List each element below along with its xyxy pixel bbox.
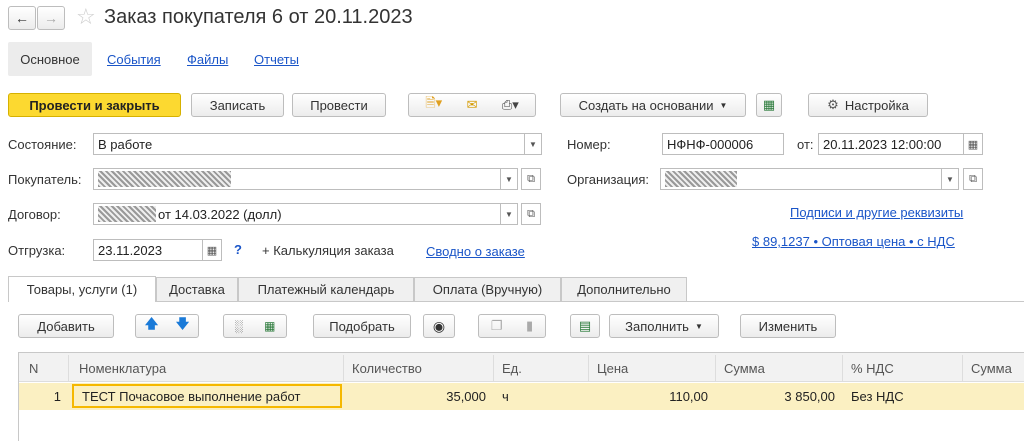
contract-label: Договор: xyxy=(8,207,61,222)
contract-dropdown-icon[interactable]: ▼ xyxy=(500,203,518,225)
fill-table-icon[interactable]: ▤ xyxy=(570,314,600,338)
scan-group: ░ ▦ xyxy=(223,314,287,338)
cell-sum[interactable]: 3 850,00 xyxy=(716,383,843,409)
add-button[interactable]: Добавить xyxy=(18,314,114,338)
contract-field[interactable]: от 14.03.2022 (долл) xyxy=(93,203,501,225)
post-and-close-button[interactable]: Провести и закрыть xyxy=(8,93,181,117)
mail-icon[interactable]: ✉ xyxy=(467,97,478,113)
org-label: Организация: xyxy=(567,172,650,187)
col-vat-sum[interactable]: Сумма xyxy=(963,355,1024,381)
cell-vat-sum[interactable] xyxy=(963,383,1024,409)
col-n[interactable]: N xyxy=(19,355,69,381)
signatures-link[interactable]: Подписи и другие реквизиты xyxy=(790,205,963,220)
settings-button[interactable]: ⚙ Настройка xyxy=(808,93,928,117)
arrow-down-icon[interactable]: 🡇 xyxy=(176,315,189,337)
tabs-baseline xyxy=(8,301,1024,302)
col-vat[interactable]: % НДС xyxy=(843,355,963,381)
nav-tab-events[interactable]: События xyxy=(107,52,161,67)
copy-group: ❐ ▮ xyxy=(478,314,546,338)
arrow-up-icon[interactable]: 🡅 xyxy=(145,315,158,337)
structure-icon[interactable]: ▦ xyxy=(756,93,782,117)
buyer-dropdown-icon[interactable]: ▼ xyxy=(500,168,518,190)
cell-vat[interactable]: Без НДС xyxy=(843,383,963,409)
tab-goods[interactable]: Товары, услуги (1) xyxy=(8,276,156,302)
tab-payment-calendar[interactable]: Платежный календарь xyxy=(238,277,414,301)
move-group: 🡅 🡇 xyxy=(135,314,199,338)
state-field[interactable]: В работе xyxy=(93,133,525,155)
pick-button[interactable]: Подобрать xyxy=(313,314,411,338)
redacted-org xyxy=(665,171,737,187)
action-group: 🗎▾ ✉ ⎙▾ xyxy=(408,93,536,117)
tab-payment-manual[interactable]: Оплата (Вручную) xyxy=(414,277,561,301)
cell-nomenclature[interactable]: ТЕСТ Почасовое выполнение работ xyxy=(72,384,342,408)
cell-n: 1 xyxy=(53,388,61,404)
save-button[interactable]: Записать xyxy=(191,93,284,117)
state-label: Состояние: xyxy=(8,137,77,152)
tab-additional[interactable]: Дополнительно xyxy=(561,277,687,301)
contract-open-icon[interactable]: ⧉ xyxy=(521,203,541,225)
state-dropdown-icon[interactable]: ▼ xyxy=(524,133,542,155)
org-field[interactable] xyxy=(660,168,942,190)
chevron-down-icon: ▼ xyxy=(719,100,728,110)
calculation-button[interactable]: + Калькуляция заказа xyxy=(262,243,394,258)
number-label: Номер: xyxy=(567,137,611,152)
change-button[interactable]: Изменить xyxy=(740,314,836,338)
favorite-star-icon[interactable]: ☆ xyxy=(76,4,96,30)
forward-button[interactable]: → xyxy=(37,6,65,30)
nav-tab-files[interactable]: Файлы xyxy=(187,52,228,67)
back-button[interactable]: ← xyxy=(8,6,36,30)
eye-icon[interactable]: ◉ xyxy=(423,314,455,338)
nav-tab-reports[interactable]: Отчеты xyxy=(254,52,299,67)
contract-value: от 14.03.2022 (долл) xyxy=(158,206,282,222)
paste-icon[interactable]: ▮ xyxy=(526,318,533,334)
fill-button[interactable]: Заполнить ▼ xyxy=(609,314,719,338)
shipment-label: Отгрузка: xyxy=(8,243,66,258)
col-quantity[interactable]: Количество xyxy=(344,355,494,381)
number-field[interactable]: НФНФ-000006 xyxy=(662,133,784,155)
col-unit[interactable]: Ед. xyxy=(494,355,589,381)
calendar-icon[interactable]: ▦ xyxy=(963,133,983,155)
date-field[interactable]: 20.11.2023 12:00:00 xyxy=(818,133,964,155)
fill-label: Заполнить xyxy=(625,318,689,334)
post-button[interactable]: Провести xyxy=(292,93,386,117)
shipment-calendar-icon[interactable]: ▦ xyxy=(202,239,222,261)
org-dropdown-icon[interactable]: ▼ xyxy=(941,168,959,190)
redacted-buyer xyxy=(98,171,231,187)
col-nomenclature[interactable]: Номенклатура xyxy=(69,355,344,381)
page-title: Заказ покупателя 6 от 20.11.2023 xyxy=(104,6,413,28)
nav-tab-main[interactable]: Основное xyxy=(8,42,92,76)
cell-price[interactable]: 110,00 xyxy=(589,383,716,409)
document-icon[interactable]: 🗎▾ xyxy=(425,94,442,116)
chevron-down-icon: ▼ xyxy=(694,321,703,331)
col-price[interactable]: Цена xyxy=(589,355,716,381)
summary-link[interactable]: Сводно о заказе xyxy=(426,244,525,259)
create-based-label: Создать на основании xyxy=(578,97,714,113)
print-icon[interactable]: ⎙▾ xyxy=(502,97,519,113)
copy-icon[interactable]: ❐ xyxy=(491,318,503,334)
barcode-icon[interactable]: ░ xyxy=(235,319,244,333)
price-type-link[interactable]: $ 89,1237 • Оптовая цена • с НДС xyxy=(752,234,955,249)
cell-quantity[interactable]: 35,000 xyxy=(344,383,494,409)
date-label: от: xyxy=(797,137,814,152)
col-sum[interactable]: Сумма xyxy=(716,355,843,381)
terminal-icon[interactable]: ▦ xyxy=(264,319,275,333)
help-icon[interactable]: ? xyxy=(234,242,242,257)
cell-unit[interactable]: ч xyxy=(494,383,589,409)
buyer-label: Покупатель: xyxy=(8,172,82,187)
org-open-icon[interactable]: ⧉ xyxy=(963,168,983,190)
gear-icon: ⚙ xyxy=(827,97,839,112)
buyer-field[interactable] xyxy=(93,168,501,190)
buyer-open-icon[interactable]: ⧉ xyxy=(521,168,541,190)
create-based-button[interactable]: Создать на основании ▼ xyxy=(560,93,746,117)
settings-label: Настройка xyxy=(844,97,909,113)
nav-tab-main-label: Основное xyxy=(20,51,80,67)
shipment-field[interactable]: 23.11.2023 xyxy=(93,239,203,261)
redacted-contract xyxy=(98,206,156,222)
tab-delivery[interactable]: Доставка xyxy=(156,277,238,301)
